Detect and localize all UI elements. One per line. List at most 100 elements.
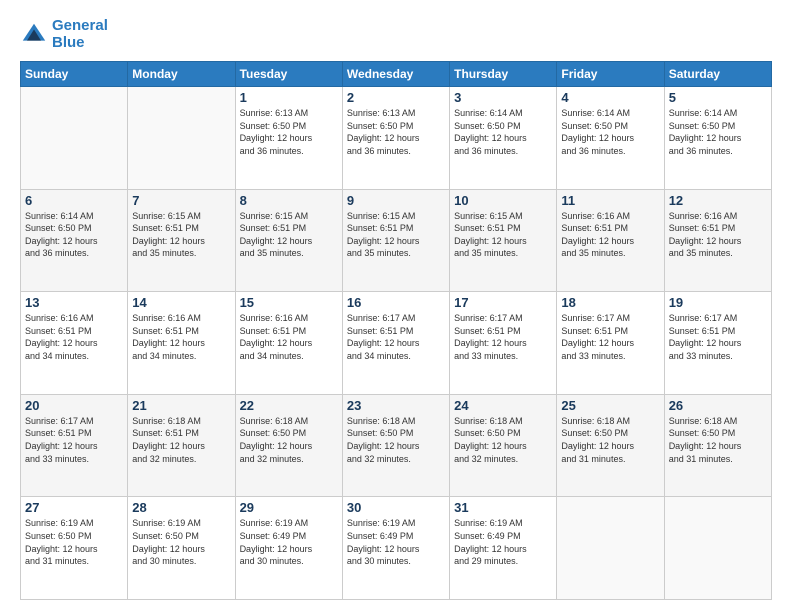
calendar-cell: 7 Sunrise: 6:15 AMSunset: 6:51 PMDaylight… — [128, 189, 235, 292]
calendar-cell: 30 Sunrise: 6:19 AMSunset: 6:49 PMDayligh… — [342, 497, 449, 600]
day-info: Sunrise: 6:18 AMSunset: 6:50 PMDaylight:… — [347, 415, 445, 465]
day-number: 18 — [561, 295, 659, 310]
day-info: Sunrise: 6:14 AMSunset: 6:50 PMDaylight:… — [669, 107, 767, 157]
day-info: Sunrise: 6:17 AMSunset: 6:51 PMDaylight:… — [347, 312, 445, 362]
day-number: 17 — [454, 295, 552, 310]
calendar-cell — [128, 87, 235, 190]
day-header-friday: Friday — [557, 62, 664, 87]
day-info: Sunrise: 6:18 AMSunset: 6:50 PMDaylight:… — [454, 415, 552, 465]
day-info: Sunrise: 6:19 AMSunset: 6:50 PMDaylight:… — [132, 517, 230, 567]
calendar-cell: 4Sunrise: 6:14 AMSunset: 6:50 PMDaylight… — [557, 87, 664, 190]
calendar-cell: 29 Sunrise: 6:19 AMSunset: 6:49 PMDayligh… — [235, 497, 342, 600]
day-number: 31 — [454, 500, 552, 515]
calendar-cell: 27 Sunrise: 6:19 AMSunset: 6:50 PMDayligh… — [21, 497, 128, 600]
calendar-cell: 14 Sunrise: 6:16 AMSunset: 6:51 PMDayligh… — [128, 292, 235, 395]
calendar-cell: 15 Sunrise: 6:16 AMSunset: 6:51 PMDayligh… — [235, 292, 342, 395]
day-info: Sunrise: 6:15 AMSunset: 6:51 PMDaylight:… — [240, 210, 338, 260]
day-number: 11 — [561, 193, 659, 208]
calendar-cell: 31 Sunrise: 6:19 AMSunset: 6:49 PMDayligh… — [450, 497, 557, 600]
day-number: 10 — [454, 193, 552, 208]
calendar-cell: 23 Sunrise: 6:18 AMSunset: 6:50 PMDayligh… — [342, 394, 449, 497]
day-number: 12 — [669, 193, 767, 208]
day-info: Sunrise: 6:17 AMSunset: 6:51 PMDaylight:… — [669, 312, 767, 362]
day-number: 21 — [132, 398, 230, 413]
calendar-cell: 20Sunrise: 6:17 AMSunset: 6:51 PMDayligh… — [21, 394, 128, 497]
day-info: Sunrise: 6:18 AMSunset: 6:50 PMDaylight:… — [240, 415, 338, 465]
day-number: 8 — [240, 193, 338, 208]
page: General Blue SundayMondayTuesdayWednesda… — [0, 0, 792, 612]
day-info: Sunrise: 6:19 AMSunset: 6:49 PMDaylight:… — [240, 517, 338, 567]
day-number: 19 — [669, 295, 767, 310]
logo-text: General Blue — [52, 18, 108, 51]
calendar-cell: 9 Sunrise: 6:15 AMSunset: 6:51 PMDaylight… — [342, 189, 449, 292]
calendar-cell: 10 Sunrise: 6:15 AMSunset: 6:51 PMDayligh… — [450, 189, 557, 292]
day-number: 30 — [347, 500, 445, 515]
day-number: 6 — [25, 193, 123, 208]
calendar-cell: 24Sunrise: 6:18 AMSunset: 6:50 PMDayligh… — [450, 394, 557, 497]
calendar-cell: 12 Sunrise: 6:16 AMSunset: 6:51 PMDayligh… — [664, 189, 771, 292]
day-number: 29 — [240, 500, 338, 515]
calendar-table: SundayMondayTuesdayWednesdayThursdayFrid… — [20, 61, 772, 600]
header: General Blue — [20, 18, 772, 51]
day-number: 25 — [561, 398, 659, 413]
day-info: Sunrise: 6:13 AMSunset: 6:50 PMDaylight:… — [347, 107, 445, 157]
day-info: Sunrise: 6:14 AMSunset: 6:50 PMDaylight:… — [25, 210, 123, 260]
calendar-cell: 5 Sunrise: 6:14 AMSunset: 6:50 PMDaylight… — [664, 87, 771, 190]
day-number: 16 — [347, 295, 445, 310]
day-number: 5 — [669, 90, 767, 105]
day-info: Sunrise: 6:15 AMSunset: 6:51 PMDaylight:… — [454, 210, 552, 260]
calendar-cell: 13Sunrise: 6:16 AMSunset: 6:51 PMDayligh… — [21, 292, 128, 395]
day-number: 2 — [347, 90, 445, 105]
day-info: Sunrise: 6:19 AMSunset: 6:50 PMDaylight:… — [25, 517, 123, 567]
day-info: Sunrise: 6:17 AMSunset: 6:51 PMDaylight:… — [454, 312, 552, 362]
day-header-thursday: Thursday — [450, 62, 557, 87]
day-number: 9 — [347, 193, 445, 208]
day-info: Sunrise: 6:19 AMSunset: 6:49 PMDaylight:… — [454, 517, 552, 567]
day-header-tuesday: Tuesday — [235, 62, 342, 87]
day-number: 26 — [669, 398, 767, 413]
day-info: Sunrise: 6:18 AMSunset: 6:50 PMDaylight:… — [561, 415, 659, 465]
calendar-cell: 2 Sunrise: 6:13 AMSunset: 6:50 PMDaylight… — [342, 87, 449, 190]
day-info: Sunrise: 6:16 AMSunset: 6:51 PMDaylight:… — [132, 312, 230, 362]
logo: General Blue — [20, 18, 108, 51]
day-info: Sunrise: 6:18 AMSunset: 6:51 PMDaylight:… — [132, 415, 230, 465]
day-number: 27 — [25, 500, 123, 515]
day-header-wednesday: Wednesday — [342, 62, 449, 87]
calendar-cell: 3 Sunrise: 6:14 AMSunset: 6:50 PMDaylight… — [450, 87, 557, 190]
day-number: 3 — [454, 90, 552, 105]
day-number: 14 — [132, 295, 230, 310]
calendar-cell: 25 Sunrise: 6:18 AMSunset: 6:50 PMDayligh… — [557, 394, 664, 497]
day-info: Sunrise: 6:17 AMSunset: 6:51 PMDaylight:… — [561, 312, 659, 362]
day-info: Sunrise: 6:16 AMSunset: 6:51 PMDaylight:… — [240, 312, 338, 362]
calendar-cell: 6 Sunrise: 6:14 AMSunset: 6:50 PMDaylight… — [21, 189, 128, 292]
day-number: 28 — [132, 500, 230, 515]
day-number: 4 — [561, 90, 659, 105]
day-info: Sunrise: 6:16 AMSunset: 6:51 PMDaylight:… — [669, 210, 767, 260]
day-number: 15 — [240, 295, 338, 310]
day-info: Sunrise: 6:16 AMSunset: 6:51 PMDaylight:… — [561, 210, 659, 260]
calendar-cell — [557, 497, 664, 600]
day-info: Sunrise: 6:17 AMSunset: 6:51 PMDaylight:… — [25, 415, 123, 465]
calendar-cell: 1Sunrise: 6:13 AMSunset: 6:50 PMDaylight… — [235, 87, 342, 190]
day-info: Sunrise: 6:18 AMSunset: 6:50 PMDaylight:… — [669, 415, 767, 465]
calendar-cell — [21, 87, 128, 190]
day-number: 23 — [347, 398, 445, 413]
calendar-cell: 19 Sunrise: 6:17 AMSunset: 6:51 PMDayligh… — [664, 292, 771, 395]
day-info: Sunrise: 6:15 AMSunset: 6:51 PMDaylight:… — [347, 210, 445, 260]
day-number: 7 — [132, 193, 230, 208]
calendar-cell: 22 Sunrise: 6:18 AMSunset: 6:50 PMDayligh… — [235, 394, 342, 497]
day-number: 22 — [240, 398, 338, 413]
day-header-sunday: Sunday — [21, 62, 128, 87]
day-info: Sunrise: 6:16 AMSunset: 6:51 PMDaylight:… — [25, 312, 123, 362]
day-info: Sunrise: 6:15 AMSunset: 6:51 PMDaylight:… — [132, 210, 230, 260]
calendar-cell: 16 Sunrise: 6:17 AMSunset: 6:51 PMDayligh… — [342, 292, 449, 395]
calendar-cell: 11 Sunrise: 6:16 AMSunset: 6:51 PMDayligh… — [557, 189, 664, 292]
day-info: Sunrise: 6:19 AMSunset: 6:49 PMDaylight:… — [347, 517, 445, 567]
calendar-cell: 26 Sunrise: 6:18 AMSunset: 6:50 PMDayligh… — [664, 394, 771, 497]
calendar-cell: 17 Sunrise: 6:17 AMSunset: 6:51 PMDayligh… — [450, 292, 557, 395]
calendar-cell: 18 Sunrise: 6:17 AMSunset: 6:51 PMDayligh… — [557, 292, 664, 395]
calendar-cell: 28 Sunrise: 6:19 AMSunset: 6:50 PMDayligh… — [128, 497, 235, 600]
day-header-monday: Monday — [128, 62, 235, 87]
day-header-saturday: Saturday — [664, 62, 771, 87]
day-info: Sunrise: 6:14 AMSunset: 6:50 PMDaylight:… — [454, 107, 552, 157]
